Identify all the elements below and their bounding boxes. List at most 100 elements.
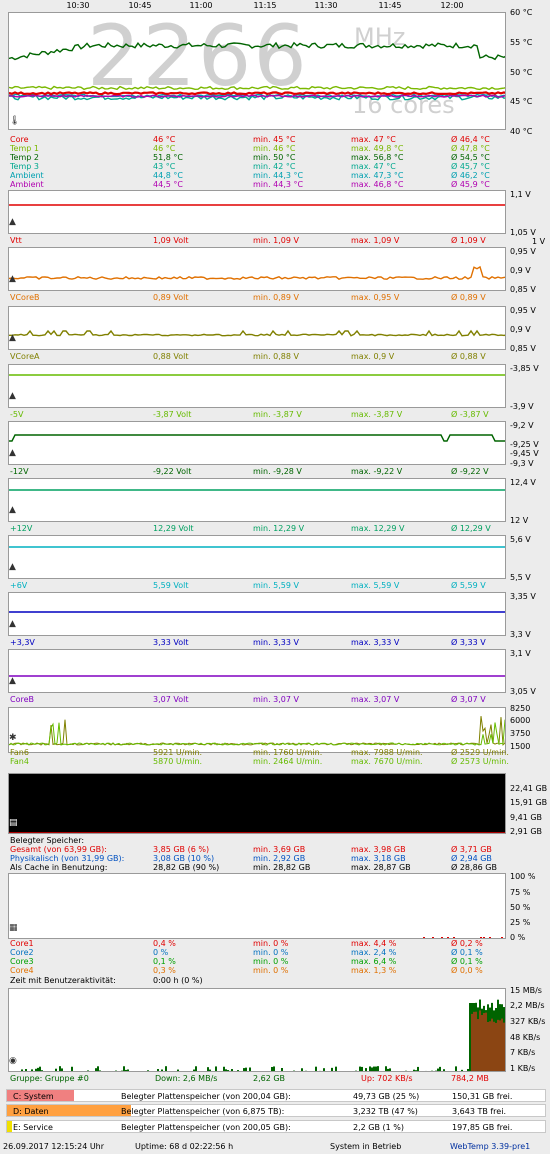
net-down-bar xyxy=(469,1003,471,1071)
stat-cur: 3,08 GB (10 %) xyxy=(153,854,215,863)
warning-triangle-icon: ▲ xyxy=(9,391,16,401)
stat-cur: 3,85 GB (6 %) xyxy=(153,845,210,854)
voltage-stat-row: -12V -9,22 Volt min. -9,28 V max. -9,22 V Ø … xyxy=(10,467,508,477)
y-tick-label: 60 °C xyxy=(510,8,533,17)
net-down-bar xyxy=(373,1066,375,1071)
network-down: Down: 2,6 MB/s xyxy=(155,1074,218,1083)
warning-triangle-icon: ▲ xyxy=(9,562,16,572)
net-down-bar xyxy=(505,1008,506,1072)
stat-min: min. 1,09 V xyxy=(253,236,299,245)
stat-avg: Ø 3,07 V xyxy=(451,695,486,704)
fan-chart xyxy=(8,707,506,753)
net-down-bar xyxy=(161,1069,163,1071)
stat-max: max. 12,29 V xyxy=(351,524,405,533)
drive-used: 3,232 TB (47 %) xyxy=(353,1107,418,1116)
y-tick-label: 50 % xyxy=(510,903,531,912)
y-tick-label: -9,3 V xyxy=(510,459,534,468)
y-tick-label: 6000 xyxy=(510,716,531,725)
stat-min: min. 46 °C xyxy=(253,144,296,153)
drive-row[interactable]: D: Daten Belegter Plattenspeicher (von 6,… xyxy=(6,1104,546,1117)
voltage-stat-row: +12V 12,29 Volt min. 12,29 V max. 12,29 V Ø … xyxy=(10,524,508,534)
stat-min: min. 3,07 V xyxy=(253,695,299,704)
stat-cur: -3,87 Volt xyxy=(153,410,192,419)
stat-avg: Ø 0,0 % xyxy=(451,966,483,975)
stat-name: Temp 2 xyxy=(10,153,39,162)
net-down-bar xyxy=(369,1066,371,1071)
fan-plot xyxy=(9,716,505,746)
stat-min: min. 12,29 V xyxy=(253,524,305,533)
stat-max: max. 0,95 V xyxy=(351,293,400,302)
stat-min: min. 3,69 GB xyxy=(253,845,306,854)
stat-cur: 43 °C xyxy=(153,162,176,171)
stat-min: min. 45 °C xyxy=(253,135,296,144)
time-tick: 11:00 xyxy=(189,1,213,10)
cpu-icon: ▦ xyxy=(9,923,18,933)
stat-cur: 0,3 % xyxy=(153,966,176,975)
voltage-plot xyxy=(9,265,505,281)
network-chart xyxy=(8,988,506,1072)
y-tick-label: 12 V xyxy=(510,516,529,525)
y-tick-label: 2,2 MB/s xyxy=(510,1001,545,1010)
warning-triangle-icon: ▲ xyxy=(9,505,16,515)
ambient2-line xyxy=(9,94,505,98)
stat-max: max. 0,9 V xyxy=(351,352,395,361)
stat-max: max. 1,09 V xyxy=(351,236,400,245)
stat-name: Als Cache in Benutzung: xyxy=(10,863,108,872)
drive-row[interactable]: E: Service Belegter Plattenspeicher (von … xyxy=(6,1120,546,1133)
stat-avg: Ø 46,4 °C xyxy=(451,135,490,144)
drive-name: C: System xyxy=(13,1092,54,1101)
stat-avg: Ø 45,9 °C xyxy=(451,180,490,189)
stat-name: Gesamt (von 63,99 GB): xyxy=(10,845,107,854)
stat-avg: Ø 47,8 °C xyxy=(451,144,490,153)
y-tick-label: 9,41 GB xyxy=(510,813,543,822)
stat-name: Ambient xyxy=(10,171,44,180)
voltage-chart xyxy=(8,421,506,465)
stat-name: Core1 xyxy=(10,939,34,948)
stat-max: max. 7670 U/min. xyxy=(351,757,423,766)
net-down-bar xyxy=(125,1069,127,1071)
stat-cur: 0,88 Volt xyxy=(153,352,189,361)
drive-label: Belegter Plattenspeicher (von 200,04 GB)… xyxy=(121,1092,291,1101)
net-down-bar xyxy=(121,1070,123,1071)
net-up-bar xyxy=(499,1020,501,1071)
stat-max: max. 3,33 V xyxy=(351,638,400,647)
y-tick-label: 0,9 V xyxy=(510,266,531,275)
temperature-chart: 2266 MHz 16 cores xyxy=(8,12,506,130)
net-down-bar xyxy=(335,1066,337,1071)
y-tick-label: 2,91 GB xyxy=(510,827,543,836)
net-down-bar xyxy=(281,1068,283,1071)
time-tick: 10:30 xyxy=(66,1,90,10)
temperature-plot xyxy=(9,41,505,101)
stat-name: Temp 1 xyxy=(10,144,39,153)
y-tick-label: 0,95 V xyxy=(510,306,536,315)
cpu-usage-plot xyxy=(423,937,503,938)
y-tick-label: 15,91 GB xyxy=(510,798,548,807)
stat-cur: 44,5 °C xyxy=(153,180,183,189)
app-version-link[interactable]: WebTemp 3.39-pre1 xyxy=(450,1142,530,1151)
stat-cur: 51,8 °C xyxy=(153,153,183,162)
net-down-bar xyxy=(87,1070,89,1071)
stat-max: max. 49,8 °C xyxy=(351,144,404,153)
stat-min: min. -3,87 V xyxy=(253,410,302,419)
stat-min: min. 3,33 V xyxy=(253,638,299,647)
stat-cur: 3,07 Volt xyxy=(153,695,189,704)
stat-row: Ambient 44,5 °C min. 44,3 °C max. 46,8 °C Ø … xyxy=(10,180,508,190)
stat-max: max. 4,4 % xyxy=(351,939,397,948)
net-down-bar xyxy=(387,1068,389,1071)
network-icon: ◉ xyxy=(9,1056,17,1066)
net-down-bar xyxy=(355,1070,357,1071)
stat-cur: 12,29 Volt xyxy=(153,524,194,533)
stat-name: Core3 xyxy=(10,957,34,966)
net-down-bar xyxy=(37,1067,39,1071)
net-down-bar xyxy=(413,1069,415,1071)
cpu-usage-chart xyxy=(8,873,506,939)
network-group: Gruppe: Gruppe #0 xyxy=(10,1074,89,1083)
net-down-bar xyxy=(215,1066,217,1071)
net-down-bar xyxy=(55,1068,57,1071)
net-down-bar xyxy=(245,1067,247,1071)
memory-chart xyxy=(8,773,506,834)
drive-row[interactable]: C: System Belegter Plattenspeicher (von 2… xyxy=(6,1089,546,1102)
network-stats-row: Gruppe: Gruppe #0 Down: 2,6 MB/s 2,62 GB… xyxy=(10,1074,508,1084)
time-tick: 12:00 xyxy=(440,1,464,10)
y-tick-label: 3,1 V xyxy=(510,649,531,658)
